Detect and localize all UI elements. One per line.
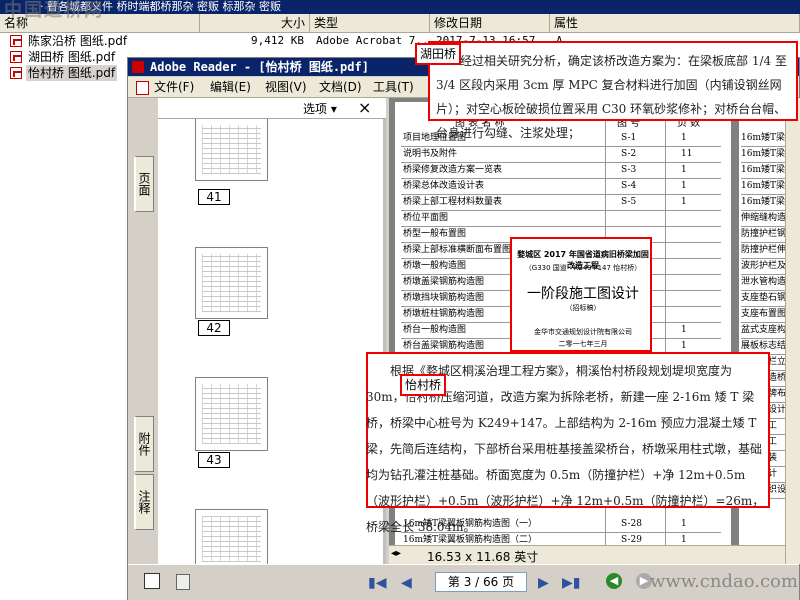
go-back-icon[interactable]: ◀: [606, 573, 622, 589]
page-thumbnail[interactable]: [195, 247, 268, 319]
screen-icon[interactable]: [144, 573, 160, 589]
cover-title: 一阶段施工图设计: [527, 286, 639, 302]
yicun-bridge-tag: 怡村桥: [400, 374, 447, 396]
last-page-button[interactable]: ▶▮: [562, 575, 580, 591]
table-row: 桥位平面图: [401, 210, 721, 227]
row-number: S-5: [621, 197, 637, 207]
cover-date: 二零一七年三月: [558, 340, 608, 348]
cover-line2: （G330 国道 K249+147 怡村桥）: [524, 264, 642, 272]
next-page-button[interactable]: ▶: [538, 575, 549, 591]
table-row: 桥梁修复改造方案一览表 S-3 1: [401, 162, 721, 179]
previous-page-button[interactable]: ◀: [401, 575, 412, 591]
page-thumbnail[interactable]: [195, 509, 268, 564]
file-name: 怡村桥 图纸.pdf: [26, 65, 118, 81]
page-number-input[interactable]: 第 3 / 66 页: [435, 572, 527, 592]
row-number: S-4: [621, 181, 637, 191]
tab-comments[interactable]: 注释: [134, 474, 154, 530]
row-name: 说明书及附件: [403, 149, 458, 159]
table-row: 桥梁总体改造设计表 S-4 1: [401, 178, 721, 195]
column-type[interactable]: 类型: [310, 14, 430, 32]
cover-page-preview: 婺城区 2017 年国省道病旧桥梁加固改造工程 （G330 国道 K249+14…: [510, 237, 652, 352]
row-pages: 1: [681, 325, 687, 335]
column-attr[interactable]: 属性: [550, 14, 800, 32]
page-thumbnail[interactable]: [195, 377, 268, 451]
file-size: 9,412 KB: [251, 34, 304, 47]
row-name: 桥台一般构造图: [403, 325, 467, 335]
explorer-title-bar: · 瞽各城都义件 桥时端都桥那杂 密贩 标那杂 密贩: [0, 0, 800, 14]
row-name: 桥墩盖梁钢筋构造图: [403, 277, 485, 287]
adobe-reader-icon: [132, 61, 144, 73]
row-number: S-3: [621, 165, 637, 175]
row-name: 桥梁修复改造方案一览表: [403, 165, 503, 175]
table-row: 说明书及附件 S-2 11: [401, 146, 721, 163]
scroll-left-icon[interactable]: ◂▸: [391, 548, 401, 559]
row-name: 桥型一般布置图: [403, 229, 467, 239]
page-thumbnail[interactable]: [195, 119, 268, 181]
row-number: S-2: [621, 149, 637, 159]
thumbnail-page-number: 42: [198, 320, 230, 336]
row-pages: 1: [681, 181, 687, 191]
row-name: 桥位平面图: [403, 213, 449, 223]
page-thumbnails: 41 42 43: [158, 119, 386, 564]
cover-company: 金华市交通规划设计院有限公司: [534, 328, 632, 336]
menu-tools[interactable]: 工具(T): [373, 79, 414, 95]
huitian-callout-text: 经过相关研究分析，确定该桥改造方案为：在梁板底部 1/4 至 3/4 区段内采用…: [436, 54, 787, 140]
page-size-bar: ◂▸ 16.53 x 11.68 英寸: [389, 545, 785, 564]
huitian-bridge-tag: 湖田桥: [415, 43, 462, 65]
file-name: 湖田桥 图纸.pdf: [28, 50, 116, 64]
row-name: 桥梁总体改造设计表: [403, 181, 485, 191]
menu-document[interactable]: 文档(D): [319, 79, 362, 95]
pdf-file-icon: [10, 67, 22, 79]
row-name: 桥梁上部工程材料数量表: [403, 197, 503, 207]
tab-pages[interactable]: 页面: [134, 156, 154, 212]
print-icon[interactable]: [176, 574, 190, 590]
row-name: 桥墩桩柱钢筋构造图: [403, 309, 485, 319]
row-name: 桥梁上部标准横断面布置图: [403, 245, 512, 255]
row-name: 桥墩挡块钢筋构造图: [403, 293, 485, 303]
cover-sub: （招标稿）: [565, 304, 601, 312]
watermark-url: www.cndao.com: [650, 571, 798, 592]
pdf-file-icon: [10, 35, 22, 47]
menu-file[interactable]: 文件(F): [135, 79, 194, 95]
vertical-scrollbar[interactable]: [785, 98, 800, 564]
page-size: 16.53 x 11.68 英寸: [427, 550, 539, 564]
thumbnail-page-number: 41: [198, 189, 230, 205]
thumbnail-page-number: 43: [198, 452, 230, 468]
options-dropdown[interactable]: 选项 ▾: [303, 100, 337, 117]
menu-view[interactable]: 视图(V): [265, 79, 307, 95]
table-row: 桥梁上部工程材料数量表 S-5 1: [401, 194, 721, 211]
pdf-file-icon: [10, 51, 22, 63]
reader-title: Adobe Reader - [怡村桥 图纸.pdf]: [150, 60, 369, 74]
explorer-column-header: 名称 大小 类型 修改日期 属性: [0, 14, 800, 33]
row-pages: 1: [681, 197, 687, 207]
watermark-logo: 中国道桥网: [4, 0, 104, 21]
file-name: 陈家沿桥 图纸.pdf: [28, 34, 128, 48]
column-size[interactable]: 大小: [200, 14, 310, 32]
huitian-bridge-callout: 经过相关研究分析，确定该桥改造方案为：在梁板底部 1/4 至 3/4 区段内采用…: [428, 41, 798, 140]
row-name: 桥墩一般构造图: [403, 261, 467, 271]
pages-panel-header: 选项 ▾ ×: [158, 98, 386, 119]
row-pages: 11: [681, 149, 693, 159]
tab-attachments[interactable]: 附件: [134, 416, 154, 472]
column-modified[interactable]: 修改日期: [430, 14, 550, 32]
menu-edit[interactable]: 编辑(E): [210, 79, 251, 95]
navigation-tabs: 页面 附件 注释: [128, 98, 158, 564]
close-panel-icon[interactable]: ×: [358, 98, 371, 117]
row-pages: 1: [681, 165, 687, 175]
first-page-button[interactable]: ▮◀: [368, 575, 386, 591]
